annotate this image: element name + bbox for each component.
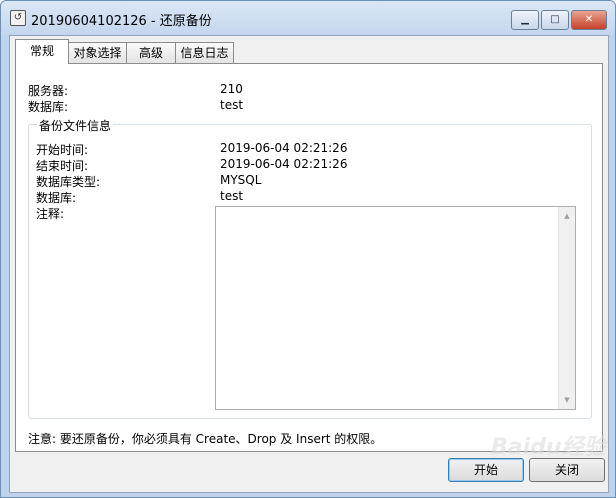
tab-general[interactable]: 常规: [15, 39, 69, 64]
app-icon: ↺: [10, 10, 26, 26]
server-label: 服务器:: [28, 84, 69, 98]
scroll-down-arrow-icon[interactable]: ▼: [559, 393, 575, 407]
tab-message-log[interactable]: 信息日志: [175, 42, 234, 63]
comment-textarea[interactable]: ▲ ▼: [215, 206, 576, 410]
start-time-label: 开始时间:: [36, 143, 89, 157]
tab-object-selection[interactable]: 对象选择: [68, 42, 127, 63]
backup-file-info-title: 备份文件信息: [37, 117, 114, 134]
permission-note: 注意: 要还原备份，你必须具有 Create、Drop 及 Insert 的权限…: [28, 432, 383, 446]
dialog-client-area: 常规 对象选择 高级 信息日志 服务器: 210 数据库: test 备份文件信…: [9, 35, 609, 493]
window-title: 20190604102126 - 还原备份: [31, 14, 212, 29]
minimize-button[interactable]: ▁: [511, 10, 539, 30]
comment-scrollbar[interactable]: ▲ ▼: [558, 207, 575, 409]
database-type-label: 数据库类型:: [36, 175, 101, 189]
tab-advanced[interactable]: 高级: [126, 42, 176, 63]
maximize-button[interactable]: □: [541, 10, 569, 30]
title-bar: ↺ 20190604102126 - 还原备份 ▁ □ ✕: [1, 1, 615, 35]
end-time-label: 结束时间:: [36, 159, 89, 173]
baidu-watermark: Baidu经验: [491, 435, 606, 460]
general-tab-panel: 服务器: 210 数据库: test 备份文件信息 开始时间: 2019-06-…: [15, 63, 603, 452]
server-value: 210: [220, 82, 243, 96]
database-type-value: MYSQL: [220, 173, 262, 187]
database-label: 数据库:: [28, 100, 69, 114]
backup-database-label: 数据库:: [36, 191, 77, 205]
close-window-button[interactable]: ✕: [571, 10, 607, 30]
backup-database-value: test: [220, 189, 244, 203]
comment-label: 注释:: [36, 207, 65, 221]
restore-backup-window: ↺ 20190604102126 - 还原备份 ▁ □ ✕ 常规 对象选择 高级…: [0, 0, 616, 498]
start-time-value: 2019-06-04 02:21:26: [220, 141, 348, 155]
scroll-up-arrow-icon[interactable]: ▲: [559, 209, 575, 223]
end-time-value: 2019-06-04 02:21:26: [220, 157, 348, 171]
database-value: test: [220, 98, 244, 112]
